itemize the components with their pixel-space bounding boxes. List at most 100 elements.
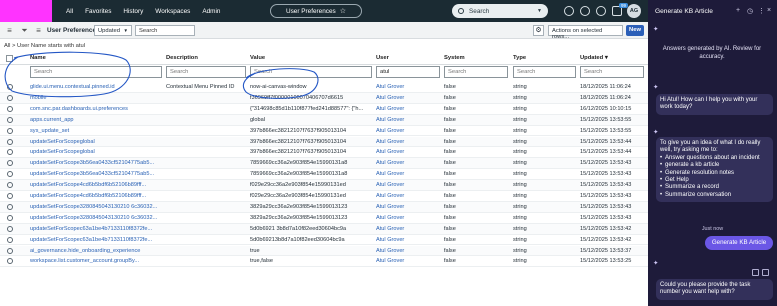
table-row[interactable]: updateSetForScope3b56ea0433cf52104775ab5… (0, 158, 648, 170)
global-search[interactable]: Search ▼ (452, 4, 548, 18)
list-search-input[interactable]: Search (135, 25, 195, 36)
gear-icon[interactable]: ⚙ (533, 25, 544, 36)
column-header-type[interactable]: Type (513, 52, 526, 64)
breadcrumb[interactable]: All > User Name starts with atul (4, 43, 85, 49)
column-header-system[interactable]: System (444, 52, 465, 64)
help-icon[interactable] (580, 6, 590, 16)
cell-name[interactable]: apps.current_app (30, 115, 162, 126)
select-all-checkbox[interactable] (6, 55, 13, 62)
system-search-input[interactable]: Search (444, 66, 508, 78)
search-field-select[interactable]: Updated ▼ (94, 25, 132, 36)
cell-name[interactable]: ai_governance.hide_onboarding_experience (30, 246, 162, 257)
info-icon[interactable] (7, 127, 13, 134)
cell-name[interactable]: updateSetForScope3280845043130210 6c3603… (30, 202, 162, 213)
table-row[interactable]: updateSetForScopeglobal 397b866ec38212107… (0, 147, 648, 159)
info-icon[interactable] (7, 149, 13, 156)
table-row[interactable]: glide.ui.menu.contextual.pinned.id Contex… (0, 82, 648, 93)
cell-name[interactable]: updateSetForScopec63a1be4b7133110f8372fe… (30, 224, 162, 235)
cell-user[interactable]: Atul Grover (376, 104, 440, 115)
cell-name[interactable]: mobile (30, 93, 162, 104)
info-icon[interactable] (7, 94, 13, 101)
info-icon[interactable] (7, 160, 13, 167)
cell-name[interactable]: updateSetForScope3b56ea0433cf52104775ab5… (30, 158, 162, 169)
cell-name[interactable]: updateSetForScope4cd6b5bdf6b52106b89fff.… (30, 180, 162, 191)
info-icon[interactable] (7, 182, 13, 189)
column-header-description[interactable]: Description (166, 52, 198, 64)
avatar[interactable]: AG (627, 4, 641, 18)
logo[interactable] (0, 0, 52, 22)
cell-user[interactable]: Atul Grover (376, 224, 440, 235)
column-header-user[interactable]: User (376, 52, 389, 64)
cell-user[interactable]: Atul Grover (376, 82, 440, 93)
nav-history[interactable]: History (123, 8, 143, 15)
cell-name[interactable]: updateSetForScopec63a1be4b7133110f8372fe… (30, 235, 162, 246)
cell-name[interactable]: com.snc.par.dashboards.ui.preferences (30, 104, 162, 115)
filter-icon[interactable]: ⏷ (20, 26, 29, 35)
column-header-name[interactable]: Name (30, 52, 46, 64)
table-row[interactable]: updateSetForScope4cd6b5bdf6b52106b89fff.… (0, 180, 648, 191)
table-row[interactable]: workspace.list.customer_account.groupBy.… (0, 256, 648, 268)
table-row[interactable]: ai_governance.hide_onboarding_experience… (0, 245, 648, 257)
type-search-input[interactable]: Search (513, 66, 576, 78)
table-row[interactable]: updateSetForScopeglobal 397b866ec38212107… (0, 136, 648, 148)
user-message-generate-kb[interactable]: Generate KB Article (705, 236, 773, 250)
cell-name[interactable]: updateSetForScope3b56ea0433cf52104775ab5… (30, 169, 162, 180)
column-header-value[interactable]: Value (250, 52, 265, 64)
description-search-input[interactable]: Search (166, 66, 246, 78)
cell-name[interactable]: updateSetForScope4cd6b5bdf6b52106b89fff.… (30, 191, 162, 202)
star-icon[interactable]: ☆ (340, 7, 346, 15)
nav-admin[interactable]: Admin (202, 8, 220, 15)
value-search-input[interactable]: Search (250, 66, 372, 78)
info-icon[interactable] (7, 214, 13, 221)
info-icon[interactable] (7, 84, 13, 90)
info-icon[interactable] (7, 116, 13, 123)
cell-user[interactable]: Atul Grover (376, 180, 440, 191)
cell-user[interactable]: Atul Grover (376, 93, 440, 104)
info-icon[interactable] (7, 247, 13, 254)
menu-icon[interactable]: ≡ (5, 26, 14, 35)
table-row[interactable]: com.snc.par.dashboards.ui.preferences {"3… (0, 104, 648, 115)
globe-icon[interactable] (564, 6, 574, 16)
table-row[interactable]: apps.current_app global Atul Grover false st… (0, 114, 648, 126)
cell-name[interactable]: updateSetForScopeglobal (30, 147, 162, 158)
cell-user[interactable]: Atul Grover (376, 147, 440, 158)
cell-user[interactable]: Atul Grover (376, 213, 440, 224)
table-row[interactable]: updateSetForScopec63a1be4b7133110f8372fe… (0, 235, 648, 246)
table-row[interactable]: mobile f36969ff7f00000106070406707d6615 At… (0, 92, 648, 104)
cell-name[interactable]: workspace.list.customer_account.groupBy.… (30, 256, 162, 267)
cell-user[interactable]: Atul Grover (376, 137, 440, 148)
info-icon[interactable] (7, 258, 13, 265)
cell-name[interactable]: updateSetForScope3280845043130210 6c3603… (30, 213, 162, 224)
cell-user[interactable]: Atul Grover (376, 158, 440, 169)
thumbs-up-icon[interactable] (752, 269, 759, 276)
cell-user[interactable]: Atul Grover (376, 126, 440, 137)
table-row[interactable]: updateSetForScope3280845043130210 6c3603… (0, 201, 648, 213)
cell-user[interactable]: Atul Grover (376, 202, 440, 213)
updated-search-input[interactable]: Search (580, 66, 644, 78)
table-row[interactable]: updateSetForScope3280845043130210 6c3603… (0, 213, 648, 224)
cell-user[interactable]: Atul Grover (376, 115, 440, 126)
chat-icon[interactable] (596, 6, 606, 16)
cell-user[interactable]: Atul Grover (376, 256, 440, 267)
info-icon[interactable] (7, 105, 13, 112)
cell-name[interactable]: glide.ui.menu.contextual.pinned.id (30, 82, 162, 93)
actions-select[interactable]: Actions on selected rows... (548, 25, 623, 40)
info-icon[interactable] (7, 193, 13, 199)
new-button[interactable]: New (626, 25, 644, 36)
close-icon[interactable]: × (767, 7, 771, 14)
thumbs-down-icon[interactable] (762, 269, 769, 276)
cell-name[interactable]: sys_update_set (30, 126, 162, 137)
table-row[interactable]: sys_update_set 397b866ec38212107f7637f905… (0, 126, 648, 137)
cell-user[interactable]: Atul Grover (376, 191, 440, 202)
user-search-input[interactable]: atul (376, 66, 440, 78)
table-row[interactable]: updateSetForScope4cd6b5bdf6b52106b89fff.… (0, 191, 648, 202)
nav-workspaces[interactable]: Workspaces (155, 8, 190, 15)
info-icon[interactable] (7, 236, 13, 243)
table-row[interactable]: updateSetForScopec63a1be4b7133110f8372fe… (0, 223, 648, 235)
nav-favorites[interactable]: Favorites (85, 8, 111, 15)
cell-user[interactable]: Atul Grover (376, 235, 440, 246)
history-icon[interactable]: ◷ (747, 7, 753, 15)
table-row[interactable]: updateSetForScope3b56ea0433cf52104775ab5… (0, 169, 648, 181)
context-pill[interactable]: User Preferences ☆ (270, 4, 362, 18)
name-search-input[interactable]: Search (30, 66, 162, 78)
